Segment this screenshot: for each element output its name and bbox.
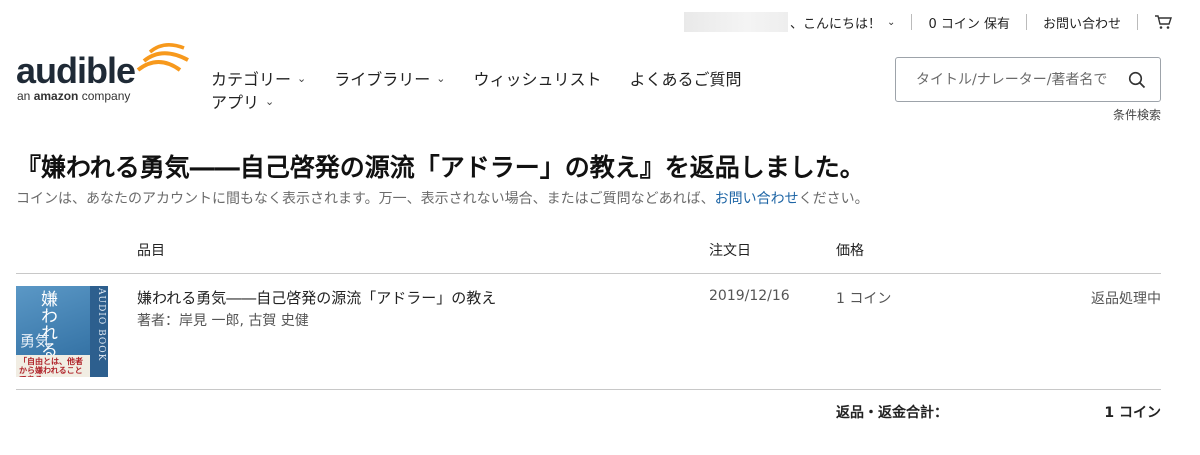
divider <box>911 14 913 30</box>
logo-tagline: an amazon company <box>17 89 131 103</box>
account-menu[interactable]: 、こんにちは！ ⌄ <box>790 13 895 32</box>
contact-inline-link[interactable]: お問い合わせ <box>715 191 799 207</box>
column-header-order-date: 注文日 <box>709 243 751 259</box>
search-box <box>895 57 1161 102</box>
chevron-down-icon: ⌄ <box>436 71 446 85</box>
search-icon[interactable] <box>1128 71 1146 89</box>
nav-item-apps[interactable]: アプリ ⌄ <box>211 89 274 113</box>
logo-wordmark: audible <box>16 50 136 91</box>
username-redacted <box>684 12 789 32</box>
search-input[interactable] <box>916 71 1126 88</box>
cart-icon[interactable] <box>1154 14 1172 30</box>
utility-bar: 、こんにちは！ ⌄ 0 コイン 保有 お問い合わせ <box>684 10 1172 34</box>
divider <box>1025 14 1027 30</box>
page-title: 『嫌われる勇気――自己啓発の源流「アドラー」の教え』を返品しました。 <box>16 153 865 182</box>
nav-item-wishlist[interactable]: ウィッシュリスト <box>473 66 601 90</box>
column-header-item: 品目 <box>137 243 165 259</box>
nav-label: アプリ <box>211 93 260 112</box>
greeting-text: 、こんにちは！ <box>790 16 882 32</box>
nav-label: ウィッシュリスト <box>473 70 602 89</box>
advanced-search-link[interactable]: 条件検索 <box>1113 106 1161 123</box>
contact-link[interactable]: お問い合わせ <box>1043 13 1121 32</box>
cover-title-line: 勇気 <box>20 332 51 350</box>
nav-label: カテゴリー <box>211 70 292 89</box>
cover-band: 「自由とは、他者から嫌われることである。」 <box>16 355 90 377</box>
nav-item-faq[interactable]: よくあるご質問 <box>629 66 741 90</box>
cover-band-text: 「自由とは、他者から嫌われることである。」 <box>19 357 83 377</box>
column-header-price: 価格 <box>836 243 864 259</box>
total-value: 1 コイン <box>1104 405 1161 421</box>
chevron-down-icon: ⌄ <box>265 94 275 108</box>
cover-spine-text: AUDIO BOOK <box>96 288 106 362</box>
main-nav: カテゴリー ⌄ ライブラリー ⌄ ウィッシュリスト よくあるご質問 アプリ ⌄ <box>211 66 770 112</box>
total-label: 返品・返金合計： <box>836 405 948 421</box>
divider <box>1137 14 1138 30</box>
item-author: 著者：岸見 一郎, 古賀 史健 <box>137 313 309 329</box>
chevron-down-icon: ⌄ <box>297 71 307 85</box>
chevron-down-icon: ⌄ <box>887 16 896 28</box>
nav-item-library[interactable]: ライブラリー ⌄ <box>334 66 445 90</box>
audible-logo[interactable]: audible an amazon company <box>16 40 189 104</box>
coin-balance[interactable]: 0 コイン 保有 <box>928 13 1010 32</box>
return-message: コインは、あなたのアカウントに間もなく表示されます。万一、表示されない場合、また… <box>16 191 869 207</box>
table-divider <box>16 389 1161 390</box>
item-title-link[interactable]: 嫌われる勇気――自己啓発の源流「アドラー」の教え <box>137 287 496 308</box>
status-badge: 返品処理中 <box>1091 291 1161 307</box>
nav-label: よくあるご質問 <box>629 70 742 89</box>
item-price: 1 コイン <box>836 291 892 307</box>
nav-label: ライブラリー <box>334 70 431 89</box>
item-order-date: 2019/12/16 <box>709 288 790 304</box>
nav-item-categories[interactable]: カテゴリー ⌄ <box>211 66 306 90</box>
signal-waves-icon <box>136 43 189 72</box>
table-divider <box>16 273 1161 274</box>
book-cover[interactable]: 嫌われる 勇気 AUDIO BOOK 「自由とは、他者から嫌われることである。」 <box>16 286 108 377</box>
